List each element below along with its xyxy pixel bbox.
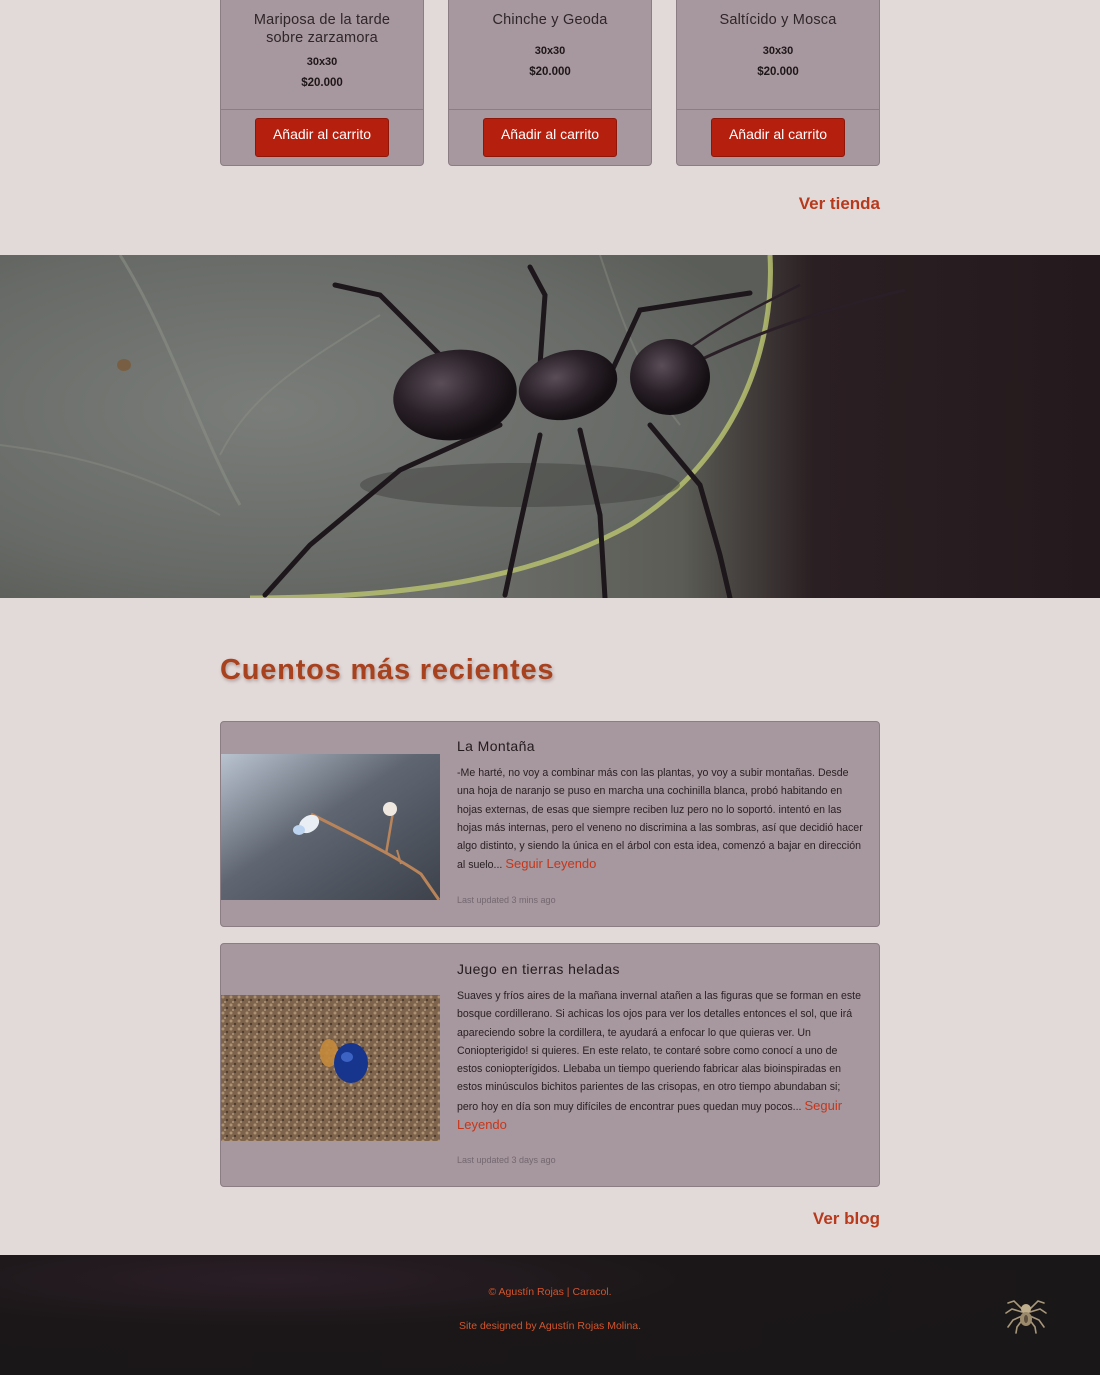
- story-thumbnail: [221, 995, 440, 1141]
- product-size: 30x30: [762, 45, 794, 57]
- product-card: Mariposa de la tarde sobre zarzamora 30x…: [220, 0, 424, 166]
- story-thumbnail: [221, 754, 440, 900]
- product-title: Mariposa de la tarde sobre zarzamora: [253, 12, 391, 46]
- view-blog-link[interactable]: Ver blog: [813, 1209, 880, 1229]
- product-title: Saltícido y Mosca: [719, 12, 837, 28]
- product-price: $20.000: [301, 77, 343, 89]
- footer-copyright: © Agustín Rojas | Caracol.: [488, 1286, 612, 1298]
- product-price: $20.000: [757, 66, 799, 78]
- story-excerpt: -Me harté, no voy a combinar más con las…: [457, 767, 863, 872]
- last-updated-text: Last updated 3 mins ago: [457, 895, 556, 905]
- hero-ant-photo: [0, 255, 1100, 598]
- story-card: La Montaña -Me harté, no voy a combinar …: [220, 721, 880, 927]
- spider-icon: [1005, 1300, 1047, 1334]
- footer: © Agustín Rojas | Caracol. Site designed…: [0, 1255, 1100, 1375]
- story-excerpt: Suaves y fríos aires de la mañana invern…: [457, 990, 861, 1133]
- add-to-cart-button[interactable]: Añadir al carrito: [255, 118, 389, 157]
- product-grid: Mariposa de la tarde sobre zarzamora 30x…: [220, 0, 880, 166]
- section-title: Cuentos más recientes: [220, 654, 555, 686]
- story-title: La Montaña: [457, 738, 535, 754]
- view-shop-link[interactable]: Ver tienda: [799, 194, 880, 214]
- product-title: Chinche y Geoda: [492, 12, 608, 28]
- add-to-cart-button[interactable]: Añadir al carrito: [483, 118, 617, 157]
- last-updated-text: Last updated 3 days ago: [457, 1155, 556, 1165]
- add-to-cart-button[interactable]: Añadir al carrito: [711, 118, 845, 157]
- footer-credit: Site designed by Agustín Rojas Molina.: [458, 1320, 642, 1332]
- story-card: Juego en tierras heladas Suaves y fríos …: [220, 943, 880, 1187]
- product-card: Chinche y Geoda 30x30 $20.000 Añadir al …: [448, 0, 652, 166]
- product-size: 30x30: [306, 56, 338, 68]
- read-more-link[interactable]: Seguir Leyendo: [505, 856, 596, 871]
- ant-on-leaf-photo: [0, 255, 906, 598]
- product-price: $20.000: [529, 66, 571, 78]
- product-size: 30x30: [534, 45, 566, 57]
- product-card: Saltícido y Mosca 30x30 $20.000 Añadir a…: [676, 0, 880, 166]
- story-title: Juego en tierras heladas: [457, 961, 620, 977]
